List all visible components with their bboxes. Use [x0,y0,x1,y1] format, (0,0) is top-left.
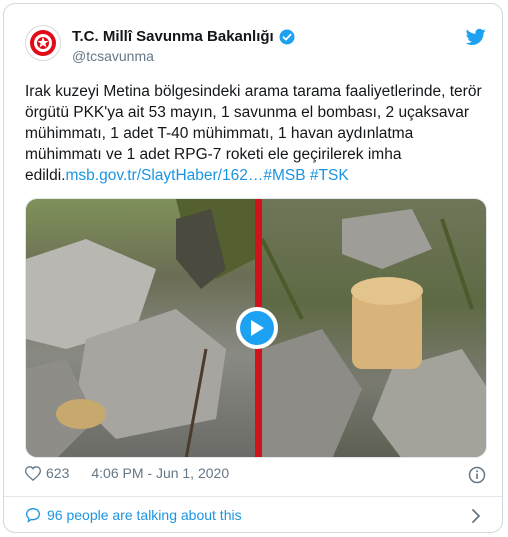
video-thumbnail[interactable] [25,198,487,458]
talking-count[interactable]: 96 people are talking about this [47,507,242,523]
heart-icon[interactable] [25,465,41,481]
rocks-right-illustration [260,209,486,457]
msb-logo-icon[interactable] [25,25,61,61]
display-name[interactable]: T.C. Millî Savunma Bakanlığı [72,28,274,45]
chevron-right-icon[interactable] [471,509,481,523]
tweet-meta: 623 4:06 PM - Jun 1, 2020 [25,465,229,481]
twitter-bird-icon[interactable] [466,28,486,46]
info-icon[interactable] [468,466,486,484]
hashtag-msb[interactable]: #MSB [263,167,305,184]
tweet-card[interactable]: T.C. Millî Savunma Bakanlığı @tcsavunma … [3,3,503,533]
rocks-left-illustration [26,199,255,457]
account-handle[interactable]: @tcsavunma [72,48,154,64]
tweet-link[interactable]: msb.gov.tr/SlaytHaber/162… [66,167,264,184]
account-name-row[interactable]: T.C. Millî Savunma Bakanlığı [72,28,295,45]
play-icon [251,320,264,336]
video-frame-right [260,199,486,457]
tweet-timestamp[interactable]: 4:06 PM - Jun 1, 2020 [91,465,229,481]
divider-line [4,496,502,497]
like-count[interactable]: 623 [46,465,69,481]
verified-badge-icon [279,29,295,44]
hashtag-tsk[interactable]: #TSK [310,167,349,184]
tweet-text: Irak kuzeyi Metina bölgesindeki arama ta… [25,81,487,186]
video-frame-left [26,199,255,457]
conversation-link[interactable]: 96 people are talking about this [25,507,242,523]
comment-icon [25,507,41,523]
play-button[interactable] [236,307,278,349]
